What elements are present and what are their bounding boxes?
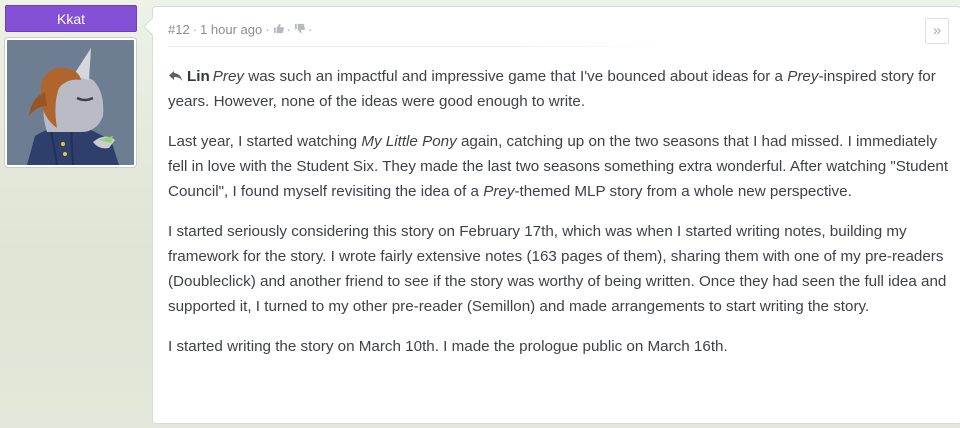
meta-separator: · xyxy=(286,22,291,37)
avatar-image xyxy=(7,40,134,165)
thumbs-down-icon[interactable] xyxy=(294,22,305,37)
comment-time: 1 hour ago xyxy=(200,22,263,37)
meta-divider xyxy=(168,46,668,47)
emphasis-text: Prey xyxy=(212,68,245,85)
comment-text: Last year, I started watching xyxy=(168,133,362,150)
comment-arrow xyxy=(143,17,162,36)
comment-meta: #12 · 1 hour ago · · · xyxy=(168,22,312,37)
comment-text: I started writing the story on March 10t… xyxy=(168,338,728,355)
avatar[interactable] xyxy=(5,38,136,167)
comment-paragraph: I started writing the story on March 10t… xyxy=(168,334,953,359)
expand-button[interactable]: » xyxy=(925,18,949,44)
emphasis-text: Prey xyxy=(787,68,819,85)
comment-paragraph: I started seriously considering this sto… xyxy=(168,219,953,319)
meta-separator: · xyxy=(265,22,270,37)
author-name-link[interactable]: Kkat xyxy=(5,5,137,32)
comment-paragraph: Lin Prey was such an impactful and impres… xyxy=(168,64,953,114)
comment-text: -themed MLP story from a whole new persp… xyxy=(514,183,852,200)
comment-text: was such an impactful and impressive gam… xyxy=(244,68,788,85)
comment-paragraph: Last year, I started watching My Little … xyxy=(168,129,953,204)
meta-separator: · xyxy=(307,22,313,37)
reply-icon xyxy=(169,71,182,81)
comment-body: Lin Prey was such an impactful and impres… xyxy=(168,64,953,374)
emphasis-text: My Little Pony xyxy=(361,133,457,150)
comment-text: I started seriously considering this sto… xyxy=(168,223,947,315)
comment-number-link[interactable]: #12 xyxy=(168,22,190,37)
emphasis-text: Prey xyxy=(483,183,515,200)
meta-separator: · xyxy=(192,22,198,37)
double-chevron-right-icon: » xyxy=(932,22,942,39)
author-column: Kkat xyxy=(5,5,137,167)
comment-card: #12 · 1 hour ago · · · » Lin Prey was suc… xyxy=(143,6,960,424)
thumbs-up-icon[interactable] xyxy=(273,22,284,37)
reply-to-link[interactable]: Lin xyxy=(187,68,210,85)
